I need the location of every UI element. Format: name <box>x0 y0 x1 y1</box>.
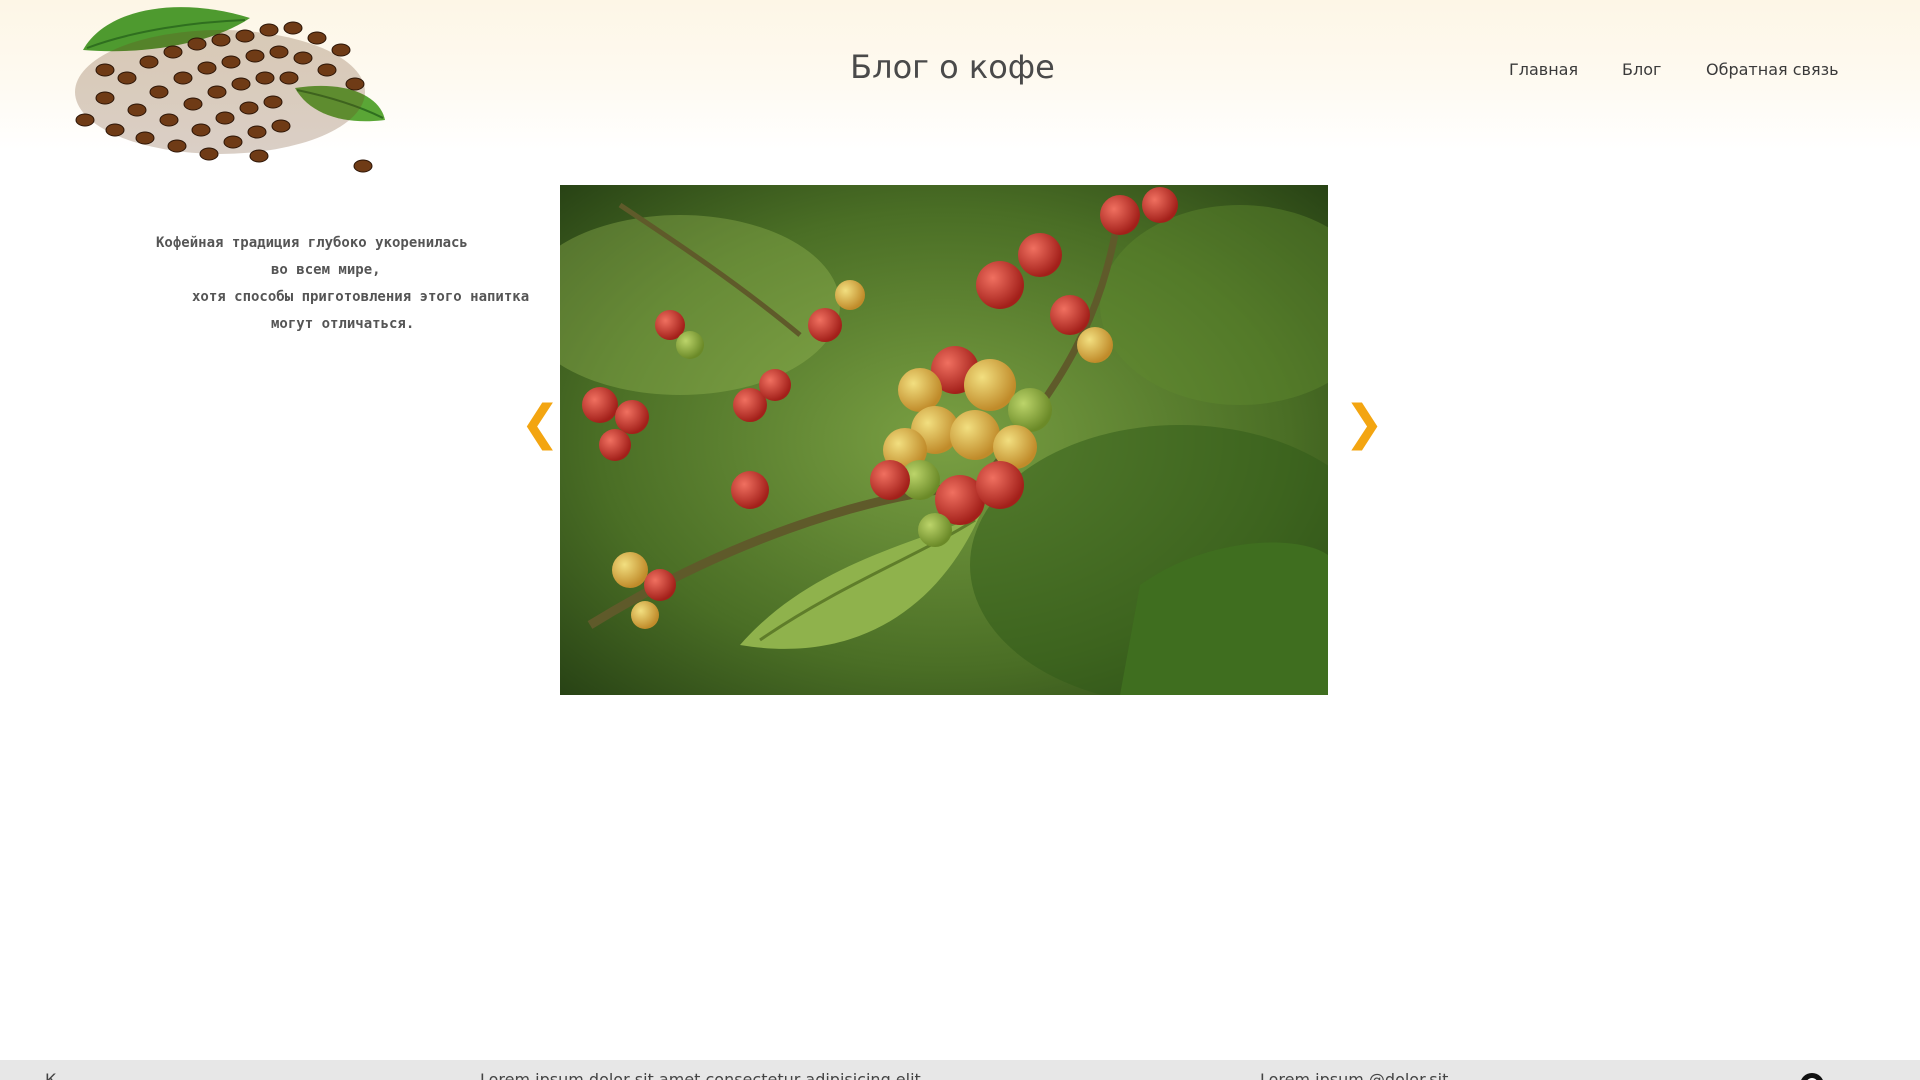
slider-prev-button[interactable]: ❮ <box>520 395 560 451</box>
intro-line: во всем мире, <box>271 262 381 278</box>
intro-line: могут отличаться. <box>271 316 415 332</box>
nav-item-blog[interactable]: Блог <box>1622 60 1661 79</box>
github-icon[interactable] <box>1799 1072 1825 1080</box>
intro-line: хотя способы приготовления этого напитка <box>192 289 530 305</box>
nav-item-feedback[interactable]: Обратная связь <box>1706 60 1839 79</box>
footer-left-text: К <box>45 1070 57 1080</box>
slider-next-button[interactable]: ❯ <box>1344 395 1384 451</box>
footer: К Lorem ipsum dolor sit amet consectetur… <box>0 1060 1920 1080</box>
coffee-berries-photo <box>560 185 1328 695</box>
footer-middle-text: Lorem ipsum dolor sit amet consectetur a… <box>480 1070 921 1080</box>
main-nav: Главная Блог Обратная связь <box>0 60 1920 82</box>
nav-item-home[interactable]: Главная <box>1509 60 1578 79</box>
intro-text: Кофейная традиция глубоко укоренилась во… <box>140 230 560 338</box>
coffee-beans-logo[interactable] <box>45 0 390 180</box>
intro-line: Кофейная традиция глубоко укоренилась <box>156 235 468 251</box>
footer-contact-text: Lorem ipsum @dolor.sit <box>1260 1070 1449 1080</box>
